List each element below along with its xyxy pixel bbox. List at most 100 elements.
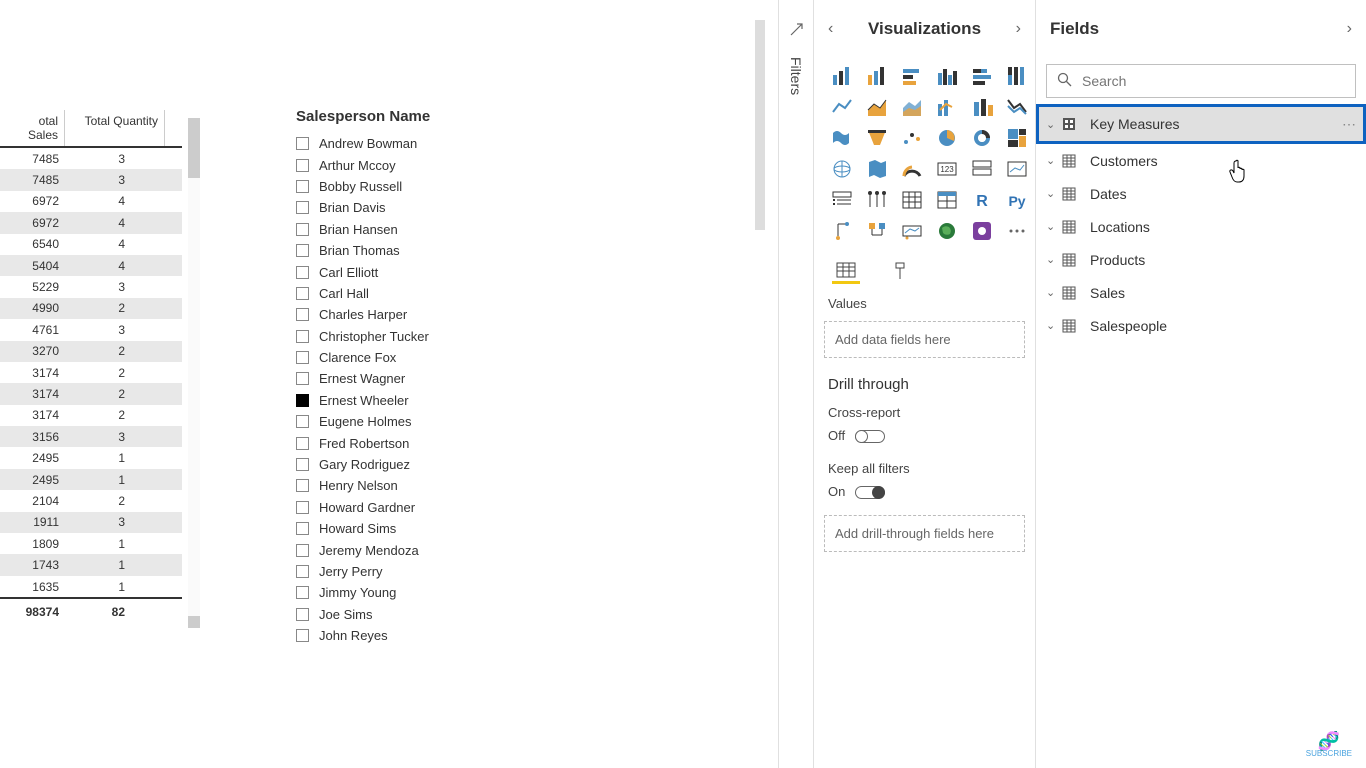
slicer-item[interactable]: Charles Harper xyxy=(296,304,626,325)
slicer-item[interactable]: Eugene Holmes xyxy=(296,411,626,432)
checkbox-icon[interactable] xyxy=(296,330,309,343)
checkbox-icon[interactable] xyxy=(296,137,309,150)
table-row[interactable]: 54044 xyxy=(0,255,182,276)
viz-icon-kpi[interactable] xyxy=(1003,155,1031,180)
viz-icon-column[interactable] xyxy=(968,93,996,118)
table-row[interactable]: 17431 xyxy=(0,554,182,575)
slicer-item[interactable]: Christopher Tucker xyxy=(296,326,626,347)
checkbox-icon[interactable] xyxy=(296,522,309,535)
viz-icon-multi-card[interactable] xyxy=(968,155,996,180)
fields-search[interactable] xyxy=(1046,64,1356,98)
slicer-item[interactable]: Brian Hansen xyxy=(296,219,626,240)
fields-tab[interactable] xyxy=(832,258,860,284)
viz-icon-r-visual[interactable]: R xyxy=(968,186,996,211)
viz-icon-powerapps[interactable] xyxy=(968,217,996,242)
checkbox-icon[interactable] xyxy=(296,608,309,621)
table-row[interactable]: 31742 xyxy=(0,405,182,426)
viz-icon-clustered-bar[interactable] xyxy=(863,62,891,87)
slicer-item[interactable]: Howard Sims xyxy=(296,518,626,539)
table-row[interactable]: 65404 xyxy=(0,234,182,255)
viz-icon-stacked-bar-100[interactable] xyxy=(968,62,996,87)
table-row[interactable]: 16351 xyxy=(0,576,182,597)
viz-icon-ribbon2[interactable] xyxy=(1003,93,1031,118)
checkbox-icon[interactable] xyxy=(296,244,309,257)
slicer-item[interactable]: Bobby Russell xyxy=(296,176,626,197)
viz-icon-clustered-column[interactable] xyxy=(933,62,961,87)
viz-icon-filled-map[interactable] xyxy=(863,155,891,180)
slicer-item[interactable]: Jeremy Mendoza xyxy=(296,539,626,560)
slicer-item[interactable]: Ernest Wagner xyxy=(296,368,626,389)
checkbox-icon[interactable] xyxy=(296,501,309,514)
slicer-item[interactable]: John Reyes xyxy=(296,625,626,646)
viz-icon-key-influencers[interactable] xyxy=(863,186,891,211)
scrollbar-thumb[interactable] xyxy=(188,118,200,178)
chevron-down-icon[interactable]: ⌄ xyxy=(1046,118,1062,131)
expand-fields-icon[interactable]: › xyxy=(1347,20,1352,38)
slicer-item[interactable]: Fred Robertson xyxy=(296,432,626,453)
viz-icon-qa[interactable] xyxy=(863,217,891,242)
table-row[interactable]: 69724 xyxy=(0,212,182,233)
table-row[interactable]: 32702 xyxy=(0,341,182,362)
viz-icon-donut[interactable] xyxy=(968,124,996,149)
field-table-products[interactable]: ⌄Products xyxy=(1036,243,1366,276)
viz-icon-py-visual[interactable]: Py xyxy=(1003,186,1031,211)
viz-icon-funnel[interactable] xyxy=(863,124,891,149)
report-canvas[interactable]: otal Sales Total Quantity 74853748536972… xyxy=(0,0,772,768)
checkbox-icon[interactable] xyxy=(296,394,309,407)
subscribe-logo[interactable]: 🧬 SUBSCRIBE xyxy=(1306,732,1352,758)
keep-filters-toggle[interactable] xyxy=(855,486,885,499)
chevron-down-icon[interactable]: ⌄ xyxy=(1046,187,1062,200)
viz-icon-matrix[interactable] xyxy=(933,186,961,211)
checkbox-icon[interactable] xyxy=(296,415,309,428)
slicer-item[interactable]: Joe Sims xyxy=(296,604,626,625)
checkbox-icon[interactable] xyxy=(296,351,309,364)
viz-icon-stacked-bar-h[interactable] xyxy=(898,62,926,87)
column-header-sales[interactable]: otal Sales xyxy=(0,110,65,146)
viz-icon-table[interactable] xyxy=(898,186,926,211)
slicer-item[interactable]: Jerry Perry xyxy=(296,561,626,582)
expand-viz-icon[interactable]: › xyxy=(1016,20,1021,38)
slicer-item[interactable]: Ernest Wheeler xyxy=(296,390,626,411)
collapse-viz-icon[interactable]: ‹ xyxy=(828,20,833,38)
viz-icon-treemap[interactable] xyxy=(1003,124,1031,149)
viz-icon-area[interactable] xyxy=(863,93,891,118)
slicer-item[interactable]: Gary Rodriguez xyxy=(296,454,626,475)
checkbox-icon[interactable] xyxy=(296,372,309,385)
table-row[interactable]: 74853 xyxy=(0,148,182,169)
slicer-item[interactable]: Jimmy Young xyxy=(296,582,626,603)
slicer-item[interactable]: Brian Davis xyxy=(296,197,626,218)
table-row[interactable]: 31742 xyxy=(0,383,182,404)
viz-icon-ribbon[interactable] xyxy=(828,124,856,149)
slicer-item[interactable]: Carl Elliott xyxy=(296,261,626,282)
checkbox-icon[interactable] xyxy=(296,201,309,214)
filters-pane-collapsed[interactable]: Filters xyxy=(778,0,814,768)
viz-icon-card[interactable]: 123 xyxy=(933,155,961,180)
viz-icon-slicer[interactable] xyxy=(828,186,856,211)
viz-icon-decomposition[interactable] xyxy=(828,217,856,242)
checkbox-icon[interactable] xyxy=(296,308,309,321)
checkbox-icon[interactable] xyxy=(296,458,309,471)
checkbox-icon[interactable] xyxy=(296,159,309,172)
field-table-sales[interactable]: ⌄Sales xyxy=(1036,276,1366,309)
table-row[interactable]: 21042 xyxy=(0,490,182,511)
chevron-down-icon[interactable]: ⌄ xyxy=(1046,319,1062,332)
field-table-locations[interactable]: ⌄Locations xyxy=(1036,210,1366,243)
checkbox-icon[interactable] xyxy=(296,544,309,557)
viz-icon-arcgis[interactable] xyxy=(933,217,961,242)
table-row[interactable]: 24951 xyxy=(0,447,182,468)
more-icon[interactable]: ⋯ xyxy=(1342,116,1357,133)
viz-icon-more-visuals[interactable] xyxy=(1003,217,1031,242)
checkbox-icon[interactable] xyxy=(296,223,309,236)
table-row[interactable]: 31563 xyxy=(0,426,182,447)
fields-search-input[interactable] xyxy=(1082,73,1345,89)
checkbox-icon[interactable] xyxy=(296,479,309,492)
checkbox-icon[interactable] xyxy=(296,266,309,279)
chevron-down-icon[interactable]: ⌄ xyxy=(1046,253,1062,266)
table-row[interactable]: 49902 xyxy=(0,298,182,319)
table-scrollbar[interactable] xyxy=(188,118,200,628)
table-row[interactable]: 18091 xyxy=(0,533,182,554)
slicer-scrollbar[interactable] xyxy=(755,20,765,230)
drill-through-field-well[interactable]: Add drill-through fields here xyxy=(824,515,1025,552)
chevron-down-icon[interactable]: ⌄ xyxy=(1046,220,1062,233)
checkbox-icon[interactable] xyxy=(296,629,309,642)
